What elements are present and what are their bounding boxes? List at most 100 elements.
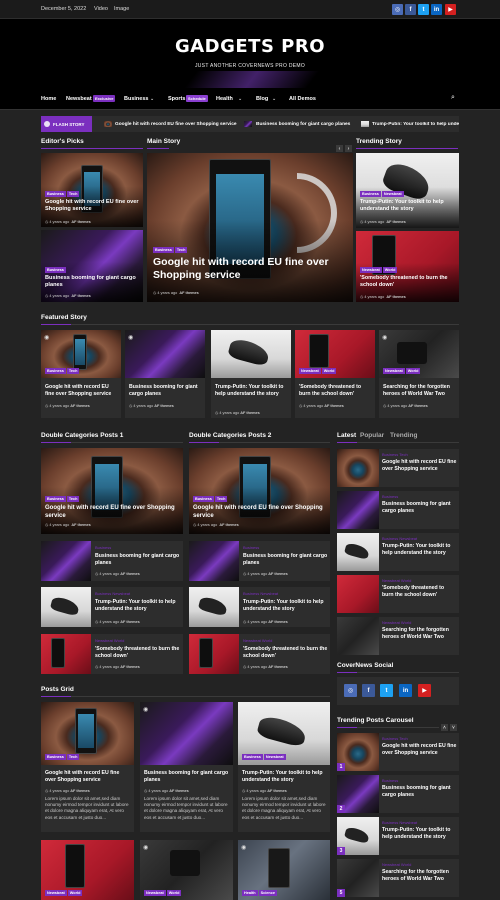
nav-home[interactable]: Home — [41, 96, 56, 102]
grid-card[interactable]: Business Newsbeat Trump-Putin: Your toolk… — [238, 702, 330, 832]
linkedin-icon[interactable]: in — [399, 684, 412, 697]
ticker-item[interactable]: Business booming for giant cargo planes — [256, 122, 350, 127]
post-title[interactable]: Google hit with record EU fine over Shop… — [193, 505, 327, 520]
main-story-card[interactable]: Business Tech Google hit with record EU f… — [147, 153, 353, 302]
trending-card[interactable]: Business Newsbeat Trump-Putin: Your toolk… — [356, 153, 459, 228]
list-item[interactable]: Newsbeat World Searching for the forgott… — [337, 617, 459, 655]
post-title[interactable]: Trump-Putin: Your toolkit to help unders… — [242, 770, 328, 783]
twitter-icon[interactable]: t — [418, 4, 429, 15]
top-link-video[interactable]: Video — [94, 6, 108, 12]
post-title[interactable]: Business booming for giant cargo planes — [144, 770, 230, 783]
grid-card[interactable]: Business Tech Google hit with record EU f… — [41, 702, 134, 832]
grid-card[interactable]: Newsbeat World — [41, 840, 134, 900]
editor-pick-card[interactable]: Business Tech Google hit with record EU f… — [41, 153, 143, 227]
post-title[interactable]: Trump-Putin: Your toolkit to help unders… — [360, 199, 456, 213]
carousel-item[interactable]: 2 Business Business booming for giant ca… — [337, 775, 459, 813]
carousel-item[interactable]: 5 Newsbeat World Searching for the forgo… — [337, 859, 459, 897]
facebook-icon[interactable]: f — [405, 4, 416, 15]
nav-business[interactable]: Business — [124, 96, 148, 102]
post-title[interactable]: Google hit with record EU fine over Shop… — [45, 505, 179, 520]
ticker-thumb — [104, 121, 112, 127]
post-title[interactable]: Trump-Putin: Your toolkit to help unders… — [95, 599, 181, 612]
chevron-down-icon[interactable]: ˅ — [450, 724, 457, 731]
nav-all-demos[interactable]: All Demos — [289, 96, 316, 102]
chevron-down-icon[interactable]: ⌄ — [150, 96, 154, 102]
nav-sports[interactable]: Sports — [168, 96, 185, 102]
facebook-icon[interactable]: f — [362, 684, 375, 697]
grid-card[interactable]: ◉ Health Science — [238, 840, 330, 900]
post-title[interactable]: Business booming for giant cargo planes — [243, 553, 328, 566]
post-title[interactable]: Trump-Putin: Your toolkit to help unders… — [382, 543, 457, 556]
post-title[interactable]: Business booming for giant cargo planes — [45, 275, 139, 289]
post-title[interactable]: Google hit with record EU fine over Shop… — [45, 384, 119, 397]
chevron-up-icon[interactable]: ˄ — [441, 724, 448, 731]
top-link-image[interactable]: Image — [114, 6, 129, 12]
list-item[interactable]: Business Business booming for giant carg… — [337, 491, 459, 529]
list-item[interactable]: Newsbeat World 'Somebody threatened to b… — [189, 634, 330, 674]
featured-card[interactable]: Newsbeat World 'Somebody threatened to bu… — [295, 330, 375, 418]
post-title[interactable]: Google hit with record EU fine over Shop… — [382, 459, 457, 472]
linkedin-icon[interactable]: in — [431, 4, 442, 15]
double-cat-lead-card[interactable]: Business Tech Google hit with record EU f… — [189, 448, 330, 534]
post-title[interactable]: Google hit with record EU fine over Shop… — [45, 199, 139, 213]
list-item[interactable]: Business Newsbeat Trump-Putin: Your tool… — [337, 533, 459, 571]
tab-latest[interactable]: Latest — [337, 432, 356, 439]
grid-card[interactable]: ◉ Newsbeat World — [140, 840, 233, 900]
site-title[interactable]: GADGETS PRO — [0, 36, 500, 57]
chevron-left-icon[interactable]: ‹ — [336, 145, 343, 152]
featured-card[interactable]: Trump-Putin: Your toolkit to help unders… — [211, 330, 291, 418]
list-item[interactable]: Business Business booming for giant carg… — [41, 541, 183, 581]
nav-newsbeat[interactable]: Newsbeat — [66, 96, 92, 102]
ticker-thumb — [361, 121, 369, 127]
nav-blog[interactable]: Blog — [256, 96, 268, 102]
chevron-down-icon[interactable]: ⌄ — [238, 96, 242, 102]
post-title[interactable]: Business booming for giant cargo planes — [129, 384, 203, 397]
post-title[interactable]: 'Somebody threatened to burn the school … — [95, 646, 181, 659]
twitter-icon[interactable]: t — [380, 684, 393, 697]
youtube-icon[interactable]: ▶ — [418, 684, 431, 697]
post-title[interactable]: 'Somebody threatened to burn the school … — [299, 384, 373, 397]
featured-card[interactable]: ◉ Business booming for giant cargo plane… — [125, 330, 205, 418]
post-title[interactable]: Trump-Putin: Your toolkit to help unders… — [215, 384, 289, 397]
post-title[interactable]: Searching for the forgotten heroes of Wo… — [383, 384, 457, 397]
double-cat-lead-card[interactable]: Business Tech Google hit with record EU f… — [41, 448, 183, 534]
post-title[interactable]: 'Somebody threatened to burn the school … — [243, 646, 328, 659]
instagram-icon[interactable]: ◎ — [344, 684, 357, 697]
list-item[interactable]: Business Newsbeat Trump-Putin: Your tool… — [189, 587, 330, 627]
post-title[interactable]: Searching for the forgotten heroes of Wo… — [382, 627, 457, 640]
list-item[interactable]: Business Newsbeat Trump-Putin: Your tool… — [41, 587, 183, 627]
tab-trending[interactable]: Trending — [390, 432, 417, 439]
list-item[interactable]: Newsbeat World 'Somebody threatened to b… — [337, 575, 459, 613]
list-item[interactable]: Business Tech Google hit with record EU … — [337, 449, 459, 487]
ticker-item[interactable]: Trump-Putin: Your toolkit to help unders… — [372, 122, 459, 127]
main-story-headline[interactable]: Google hit with record EU fine over Shop… — [153, 256, 349, 282]
grid-card[interactable]: ◉ Business booming for giant cargo plane… — [140, 702, 233, 832]
post-title[interactable]: Trump-Putin: Your toolkit to help unders… — [382, 827, 457, 840]
nav-health[interactable]: Health — [216, 96, 233, 102]
post-title[interactable]: Business booming for giant cargo planes — [95, 553, 181, 566]
post-title[interactable]: 'Somebody threatened to burn the school … — [382, 585, 457, 598]
post-title[interactable]: Business booming for giant cargo planes — [382, 785, 457, 798]
carousel-item[interactable]: 3 Business Newsbeat Trump-Putin: Your to… — [337, 817, 459, 855]
list-item[interactable]: Newsbeat World 'Somebody threatened to b… — [41, 634, 183, 674]
instagram-icon[interactable]: ◎ — [392, 4, 403, 15]
chevron-down-icon[interactable]: ⌄ — [272, 96, 276, 102]
post-title[interactable]: Google hit with record EU fine over Shop… — [45, 770, 131, 783]
carousel-item[interactable]: 1 Business Tech Google hit with record E… — [337, 733, 459, 771]
featured-card[interactable]: ◉ Newsbeat World Searching for the forgot… — [379, 330, 459, 418]
tab-popular[interactable]: Popular — [360, 432, 384, 439]
chevron-right-icon[interactable]: › — [345, 145, 352, 152]
ticker-item[interactable]: Google hit with record EU fine over Shop… — [115, 122, 237, 127]
post-title[interactable]: Business booming for giant cargo planes — [382, 501, 457, 514]
post-excerpt: Lorem ipsum dolor sit amet,sed diam nonu… — [45, 796, 129, 820]
list-item[interactable]: Business Business booming for giant carg… — [189, 541, 330, 581]
post-title[interactable]: Google hit with record EU fine over Shop… — [382, 743, 457, 756]
editor-pick-card[interactable]: Business Business booming for giant carg… — [41, 230, 143, 302]
post-title[interactable]: Trump-Putin: Your toolkit to help unders… — [243, 599, 328, 612]
post-title[interactable]: 'Somebody threatened to burn the school … — [360, 275, 456, 289]
youtube-icon[interactable]: ▶ — [445, 4, 456, 15]
featured-card[interactable]: ◉ Business Tech Google hit with record EU… — [41, 330, 121, 418]
trending-card[interactable]: Newsbeat World 'Somebody threatened to bu… — [356, 231, 459, 302]
post-title[interactable]: Searching for the forgotten heroes of Wo… — [382, 869, 457, 882]
search-icon[interactable]: ⌕ — [451, 94, 455, 102]
